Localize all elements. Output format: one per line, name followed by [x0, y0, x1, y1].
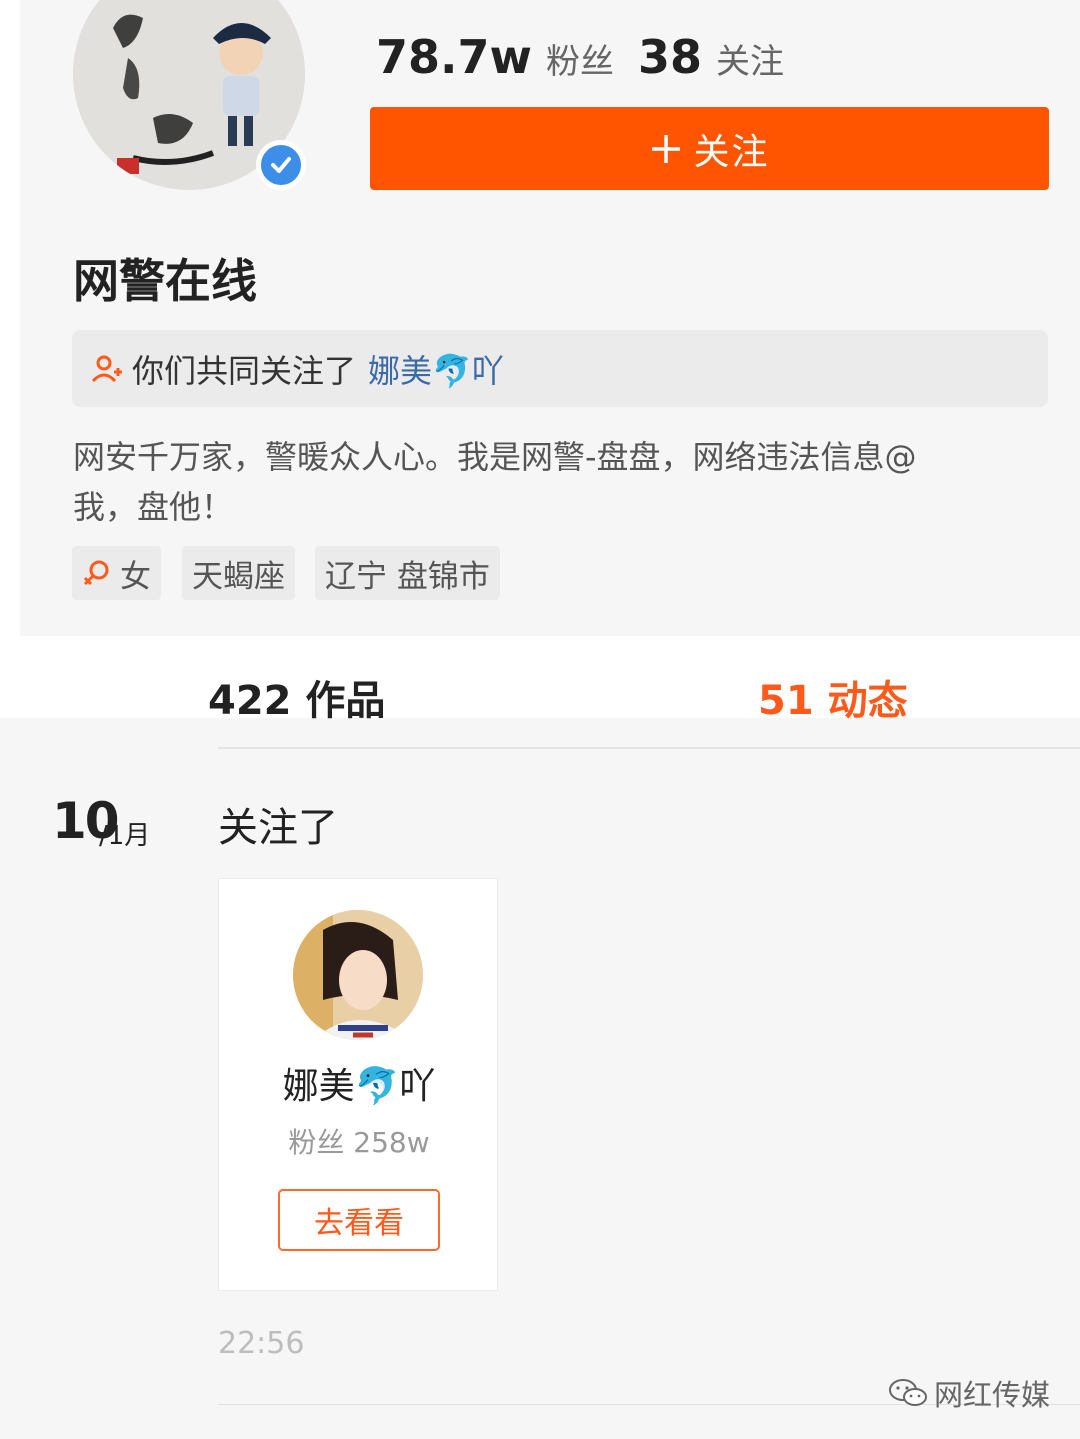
followed-user-avatar[interactable] — [293, 910, 423, 1040]
fans-stat[interactable]: 78.7w 粉丝 — [376, 30, 614, 84]
wechat-icon — [889, 1379, 927, 1406]
following-stat[interactable]: 38 关注 — [638, 30, 784, 84]
follow-button[interactable]: 关注 — [370, 107, 1049, 190]
zodiac-tag: 天蝎座 — [182, 546, 295, 600]
female-icon — [83, 560, 109, 586]
plus-icon — [652, 134, 681, 163]
mutual-user-icon — [91, 355, 122, 382]
mutual-follow-bar[interactable]: 你们共同关注了 娜美🐬吖 — [72, 330, 1048, 407]
location-label: 辽宁 盘锦市 — [325, 558, 490, 595]
feed-time: 22:56 — [218, 1326, 305, 1361]
verified-check-icon — [256, 140, 306, 190]
followed-user-fans: 粉丝 258w — [288, 1126, 430, 1159]
fans-label: 粉丝 — [546, 42, 614, 82]
mutual-text: 你们共同关注了 — [132, 351, 357, 390]
bio-line: 网安千万家，警暖众人心。我是网警-盘盘，网络违法信息@ — [73, 438, 917, 476]
feed-panel — [0, 718, 1080, 1439]
profile-name: 网警在线 — [73, 254, 257, 308]
gender-label: 女 — [120, 558, 151, 595]
mutual-user-link[interactable]: 娜美🐬吖 — [368, 346, 504, 392]
fans-count: 78.7w — [376, 30, 532, 84]
feed-action: 关注了 — [218, 805, 338, 851]
bio-line: 我，盘他！ — [73, 488, 234, 526]
feed-date-month: /1月 — [99, 821, 151, 851]
tab-divider — [218, 747, 1080, 749]
view-button[interactable]: 去看看 — [278, 1189, 440, 1251]
tab-works[interactable]: 422 作品 — [208, 668, 385, 726]
watermark: 网红传媒 — [888, 1372, 1050, 1414]
following-label: 关注 — [716, 42, 785, 82]
gender-tag: 女 — [72, 546, 161, 600]
watermark-text: 网红传媒 — [934, 1378, 1051, 1412]
zodiac-label: 天蝎座 — [192, 558, 285, 595]
following-count: 38 — [638, 30, 703, 84]
followed-user-card[interactable]: 娜美🐬吖 粉丝 258w 去看看 — [218, 878, 498, 1291]
followed-user-name: 娜美🐬吖 — [282, 1066, 436, 1107]
user-photo-icon — [293, 910, 423, 1040]
tab-moments[interactable]: 51 动态 — [758, 668, 908, 726]
follow-button-label: 关注 — [693, 131, 770, 173]
profile-bio: 网安千万家，警暖众人心。我是网警-盘盘，网络违法信息@ 我，盘他！ — [73, 432, 1013, 532]
location-tag: 辽宁 盘锦市 — [315, 546, 500, 600]
